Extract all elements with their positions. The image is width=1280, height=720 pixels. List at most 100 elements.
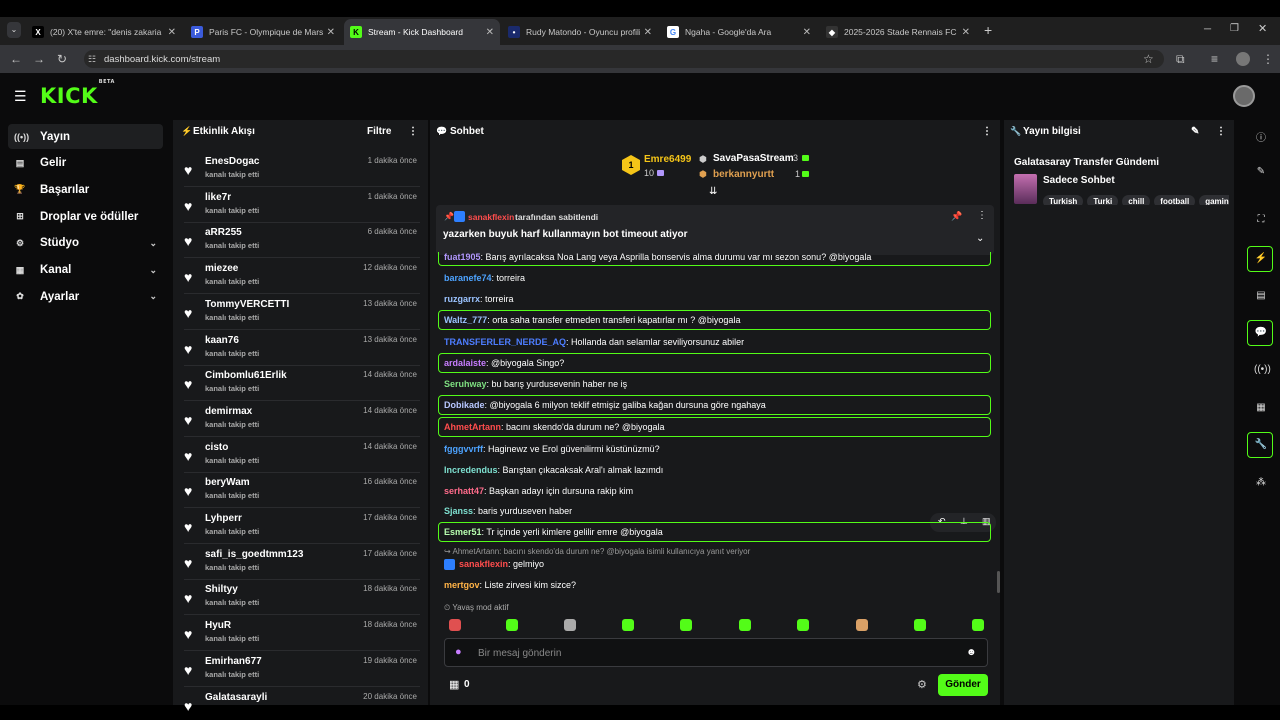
send-button[interactable]: Gönder — [938, 674, 988, 696]
category-thumbnail[interactable] — [1014, 174, 1037, 204]
stream-tag[interactable]: Turkish — [1043, 195, 1084, 205]
stream-tag[interactable]: chill — [1122, 195, 1151, 205]
info-icon[interactable]: ⓘ — [1254, 129, 1268, 144]
unpin-icon[interactable]: 📌 — [951, 211, 962, 222]
follower-name[interactable]: Emirhan677 — [205, 656, 262, 667]
sidebar-item[interactable]: ⊞ Droplar ve ödüller — [8, 204, 163, 229]
reply-username[interactable]: sanakflexin — [459, 559, 508, 569]
layout-icon[interactable]: ▦ — [1254, 402, 1268, 413]
follower-name[interactable]: Lyhperr — [205, 513, 242, 524]
follower-name[interactable]: Shiltyy — [205, 584, 238, 595]
apps-icon[interactable]: ⁂ — [1254, 477, 1268, 488]
sidebar-item[interactable]: ✿ Ayarlar ⌄ — [8, 284, 163, 309]
activity-item[interactable]: ♥ Emirhan677 kanalı takip etti 19 dakika ön… — [184, 656, 420, 692]
emote-icon[interactable] — [914, 619, 926, 631]
tab-close-icon[interactable]: ✕ — [962, 27, 970, 38]
browser-tab[interactable]: K Stream - Kick Dashboard ✕ — [344, 19, 500, 45]
category-name[interactable]: Sadece Sohbet — [1043, 175, 1115, 186]
follower-name[interactable]: HyuR — [205, 620, 231, 631]
microphone-icon[interactable]: ● — [455, 646, 462, 658]
emote-icon[interactable] — [680, 619, 692, 631]
browser-tab[interactable]: P Paris FC - Olympique de Marse ✕ — [185, 19, 341, 45]
follower-name[interactable]: Galatasarayli — [205, 692, 267, 703]
activity-item[interactable]: ♥ safi_is_goedtmm123 kanalı takip etti 17 d… — [184, 549, 420, 585]
tab-close-icon[interactable]: ✕ — [803, 27, 811, 38]
chat-username[interactable]: fuat1905 — [444, 252, 481, 262]
tab-close-icon[interactable]: ✕ — [327, 27, 335, 38]
site-info-icon[interactable]: ☷ — [88, 54, 96, 65]
chat-username[interactable]: TRANSFERLER_NERDE_AQ — [444, 337, 566, 347]
chevron-down-icon[interactable]: ⌄ — [149, 291, 157, 302]
tab-close-icon[interactable]: ✕ — [486, 27, 494, 38]
chat-username[interactable]: ruzgarrx — [444, 294, 480, 304]
activity-item[interactable]: ♥ Galatasarayli 20 dakika önce — [184, 692, 420, 720]
follower-name[interactable]: aRR255 — [205, 227, 242, 238]
chat-username[interactable]: serhatt47 — [444, 486, 484, 496]
edit-icon[interactable]: ✎ — [1191, 126, 1199, 137]
browser-menu-icon[interactable]: ⋮ — [1262, 52, 1274, 66]
document-icon[interactable]: ▤ — [1254, 290, 1268, 301]
back-icon[interactable]: ← — [10, 52, 22, 66]
chat-username[interactable]: Dobikade — [444, 400, 485, 410]
browser-tab[interactable]: X (20) X'te emre: "denis zakaria li ✕ — [26, 19, 182, 45]
activity-item[interactable]: ♥ EnesDogac kanalı takip etti 1 dakika önce — [184, 156, 420, 192]
activity-item[interactable]: ♥ aRR255 kanalı takip etti 6 dakika önce — [184, 227, 420, 263]
chat-scrollbar[interactable] — [997, 571, 1000, 593]
emote-icon[interactable] — [797, 619, 809, 631]
bookmark-star-icon[interactable]: ☆ — [1143, 52, 1154, 66]
emote-icon[interactable] — [622, 619, 634, 631]
sidebar-item[interactable]: ⚙ Stüdyo ⌄ — [8, 231, 163, 256]
activity-item[interactable]: ♥ Lyhperr kanalı takip etti 17 dakika önce — [184, 513, 420, 549]
expand-pinned-icon[interactable]: ⌄ — [976, 233, 984, 244]
chat-username[interactable]: AhmetArtann — [444, 422, 501, 432]
close-window-icon[interactable]: ✕ — [1258, 22, 1267, 35]
last-username[interactable]: mertgov — [444, 580, 480, 590]
pencil-icon[interactable]: ✎ — [1254, 166, 1268, 177]
kick-logo[interactable]: KICKBETA — [40, 79, 115, 108]
chat-username[interactable]: ardalaiste — [444, 358, 486, 368]
chat-username[interactable]: Incredendus — [444, 465, 498, 475]
fullscreen-icon[interactable]: ⛶ — [1254, 214, 1268, 225]
chat-username[interactable]: Sjanss — [444, 506, 473, 516]
sidebar-item[interactable]: ((•)) Yayın — [8, 124, 163, 149]
user-avatar[interactable] — [1233, 85, 1255, 107]
browser-tab[interactable]: • Rudy Matondo - Oyuncu profili ✕ — [502, 19, 658, 45]
browser-tab[interactable]: ◆ 2025-2026 Stade Rennais FC Se ✕ — [820, 19, 976, 45]
pinned-more-icon[interactable]: ⋮ — [977, 210, 987, 221]
forward-icon[interactable]: → — [33, 52, 45, 66]
collapse-leaderboard-icon[interactable]: ⇊ — [709, 186, 717, 197]
follower-name[interactable]: demirmax — [205, 406, 252, 417]
stream-tag[interactable]: Turki — [1087, 195, 1119, 205]
activity-item[interactable]: ♥ TommyVERCETTI kanalı takip etti 13 dakika… — [184, 299, 420, 335]
chat-more-icon[interactable]: ⋮ — [982, 126, 992, 137]
activity-item[interactable]: ♥ like7r kanalı takip etti 1 dakika önce — [184, 192, 420, 228]
profile-avatar-icon[interactable] — [1236, 52, 1250, 66]
activity-item[interactable]: ♥ miezee kanalı takip etti 12 dakika önce — [184, 263, 420, 299]
follower-name[interactable]: EnesDogac — [205, 156, 259, 167]
emote-icon[interactable] — [506, 619, 518, 631]
sidebar-item[interactable]: ▦ Kanal ⌄ — [8, 258, 163, 283]
chat-username[interactable]: Waltz_777 — [444, 315, 487, 325]
activity-item[interactable]: ♥ demirmax kanalı takip etti 14 dakika önce — [184, 406, 420, 442]
leader-1-name[interactable]: Emre6499 — [644, 154, 691, 165]
sidebar-item[interactable]: ▤ Gelir — [8, 151, 163, 176]
media-control-icon[interactable]: ≡ — [1211, 52, 1218, 66]
new-tab-icon[interactable]: + — [984, 22, 992, 38]
activity-item[interactable]: ♥ kaan76 kanalı takip etti 13 dakika önce — [184, 335, 420, 371]
follower-name[interactable]: like7r — [205, 192, 231, 203]
activity-item[interactable]: ♥ HyuR kanalı takip etti 18 dakika önce — [184, 620, 420, 656]
extensions-icon[interactable]: ⧉ — [1176, 52, 1185, 67]
chat-username[interactable]: Seruhway — [444, 379, 487, 389]
activity-item[interactable]: ♥ Cimbomlu61Erlik kanalı takip etti 14 daki… — [184, 370, 420, 406]
activity-item[interactable]: ♥ cisto kanalı takip etti 14 dakika önce — [184, 442, 420, 478]
browser-tab[interactable]: G Ngaha - Google'da Ara ✕ — [661, 19, 817, 45]
emote-icon[interactable] — [739, 619, 751, 631]
url-bar[interactable]: ☷ dashboard.kick.com/stream — [84, 50, 1164, 68]
restore-icon[interactable]: ❐ — [1230, 23, 1239, 34]
stream-tag[interactable]: gaming — [1199, 195, 1229, 205]
emote-icon[interactable] — [856, 619, 868, 631]
filter-button[interactable]: Filtre — [367, 126, 391, 137]
pinned-by-user[interactable]: sanakflexin — [468, 212, 514, 222]
chevron-down-icon[interactable]: ⌄ — [149, 238, 157, 249]
chat-username[interactable]: baranefe74 — [444, 273, 492, 283]
